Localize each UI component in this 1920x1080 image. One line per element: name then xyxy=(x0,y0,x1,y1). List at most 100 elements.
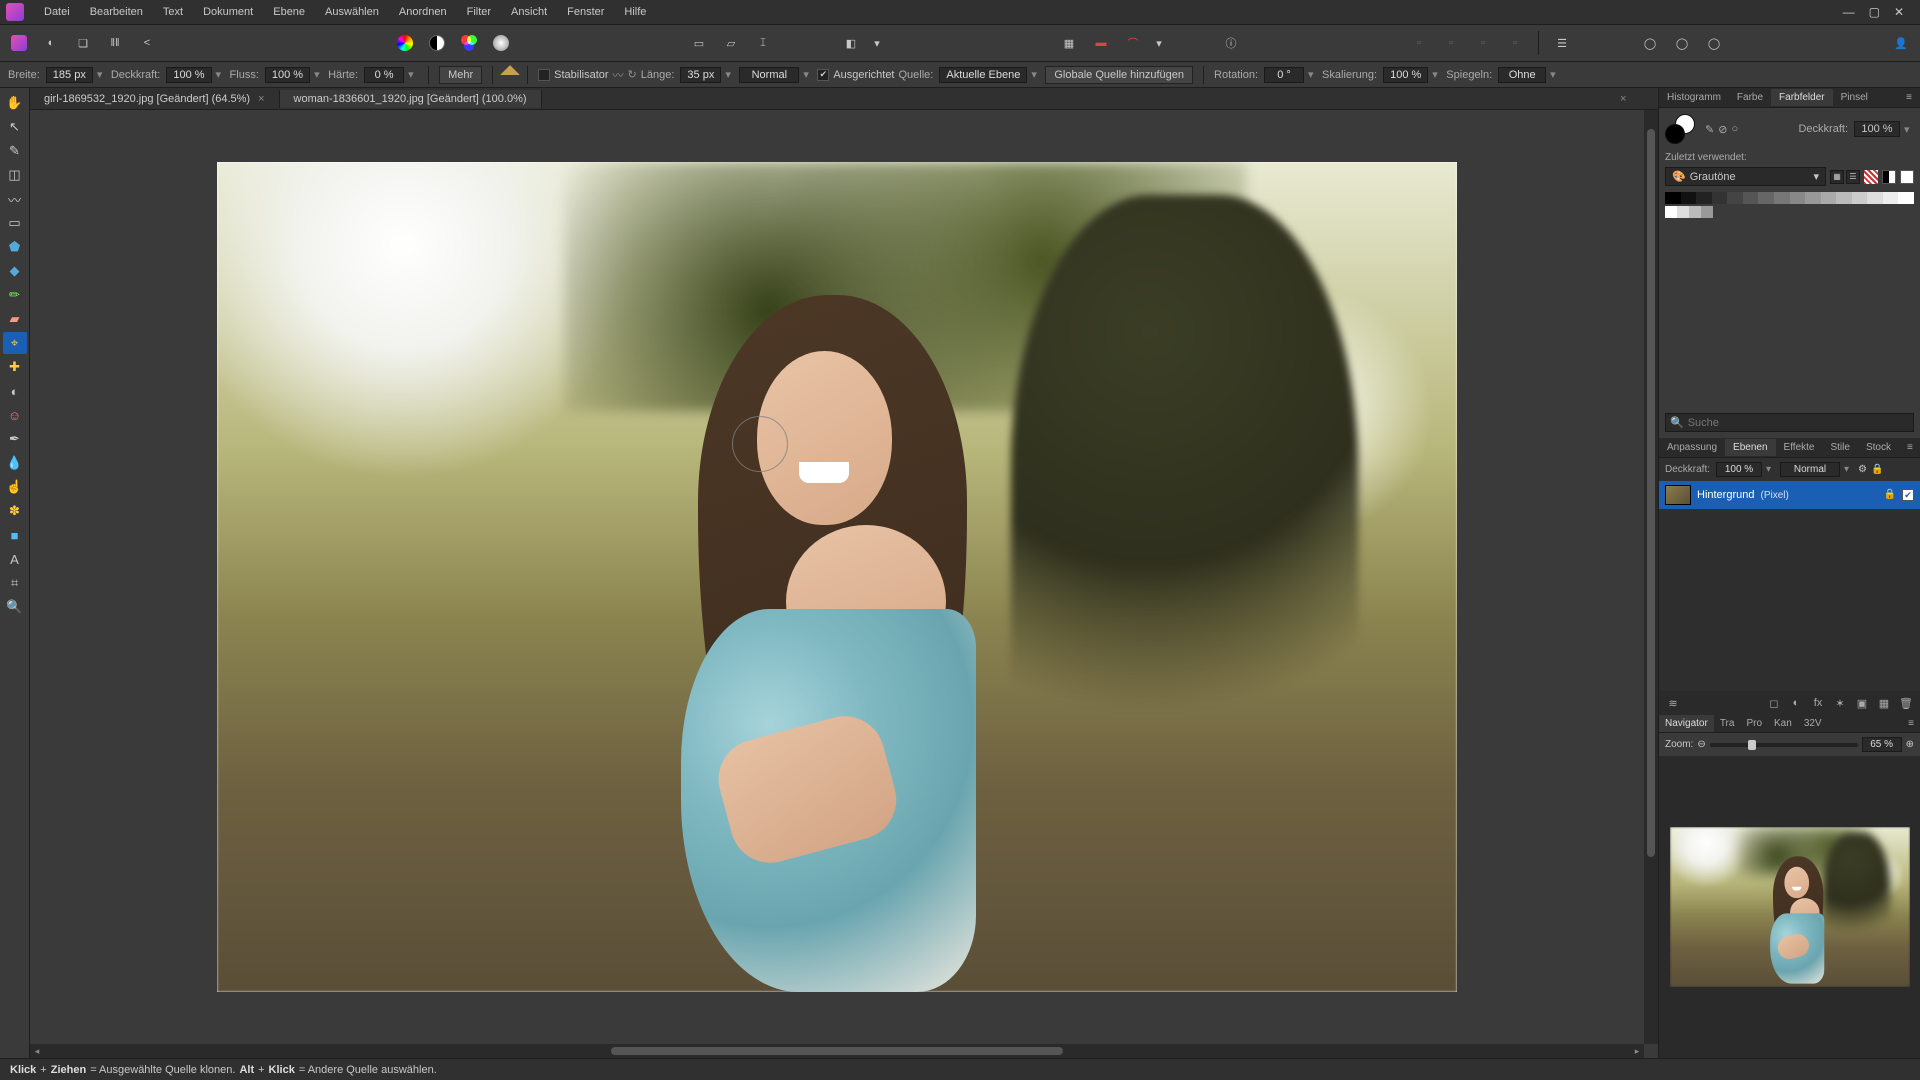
tone-persona-icon[interactable]: ǁǁ xyxy=(102,30,128,56)
mesh-tool-icon[interactable]: ⌗ xyxy=(3,572,27,594)
tab1-close-icon[interactable]: × xyxy=(258,93,264,105)
curve1-icon[interactable]: 〰 xyxy=(613,67,624,83)
menu-arrange[interactable]: Anordnen xyxy=(389,2,457,22)
tab-swatches[interactable]: Farbfelder xyxy=(1771,89,1833,106)
width-dd-icon[interactable]: ▾ xyxy=(97,68,107,81)
mirror-dd-icon[interactable]: ▾ xyxy=(1550,68,1560,81)
layer-gear-icon[interactable]: ⚙ xyxy=(1858,464,1867,475)
hardness-field[interactable]: 0 % xyxy=(364,67,404,83)
swatch-bw-icon[interactable] xyxy=(1882,170,1896,184)
tab-brush[interactable]: Pinsel xyxy=(1833,89,1876,106)
liquify-persona-icon[interactable]: ◐ xyxy=(38,30,64,56)
swatch-view1-icon[interactable]: ▦ xyxy=(1830,170,1844,184)
erase-tool-icon[interactable]: ▰ xyxy=(3,308,27,330)
flood-tool-icon[interactable]: ⬟ xyxy=(3,236,27,258)
arrange1-icon[interactable]: ▫ xyxy=(1406,30,1432,56)
circle3-icon[interactable]: ◯ xyxy=(1701,30,1727,56)
gradient-tool-icon[interactable]: ◆ xyxy=(3,260,27,282)
snap-icon[interactable]: ▬ xyxy=(1088,30,1114,56)
swatch-white-icon[interactable] xyxy=(1900,170,1914,184)
tab-styles[interactable]: Stile xyxy=(1822,439,1857,456)
magnet-icon[interactable]: ⌒ xyxy=(1120,30,1146,56)
pressure-icon[interactable] xyxy=(503,68,517,82)
zoom-in-icon[interactable]: ⊕ xyxy=(1906,739,1914,750)
add-layer-icon[interactable]: ▦ xyxy=(1876,695,1892,711)
blend-mode-field[interactable]: Normal xyxy=(739,67,799,83)
panel-menu-icon[interactable]: ≡ xyxy=(1898,89,1920,106)
tab-adjustment[interactable]: Anpassung xyxy=(1659,439,1725,456)
tab-color[interactable]: Farbe xyxy=(1729,89,1771,106)
zoom-out-icon[interactable]: ⊖ xyxy=(1697,739,1705,750)
tab2-close-icon[interactable]: × xyxy=(1620,93,1626,105)
vertical-scrollbar[interactable] xyxy=(1644,110,1658,1044)
width-field[interactable]: 185 px xyxy=(46,67,93,83)
retouch-tool-icon[interactable]: ☺ xyxy=(3,404,27,426)
menu-view[interactable]: Ansicht xyxy=(501,2,557,22)
photo-persona-icon[interactable] xyxy=(6,30,32,56)
swatch-opacity-dd-icon[interactable]: ▾ xyxy=(1904,123,1914,136)
mirror-field[interactable]: Ohne xyxy=(1498,67,1546,83)
document-tab-1[interactable]: girl-1869532_1920.jpg [Geändert] (64.5%)… xyxy=(30,90,280,108)
menu-layer[interactable]: Ebene xyxy=(263,2,315,22)
stabiliser-check[interactable] xyxy=(538,69,550,81)
tab-32v[interactable]: 32V xyxy=(1798,715,1828,732)
pen-tool-icon[interactable]: ✒ xyxy=(3,428,27,450)
paint-brush-tool-icon[interactable]: ✏ xyxy=(3,284,27,306)
zoom-tool-icon[interactable]: 🔍 xyxy=(3,596,27,618)
lasso-icon[interactable]: ▱ xyxy=(718,30,744,56)
marquee-icon[interactable]: ▭ xyxy=(686,30,712,56)
swatch-preset-dropdown[interactable]: 🎨 Grautöne ▾ xyxy=(1665,167,1826,186)
layer-blend-field[interactable]: Normal xyxy=(1780,462,1840,477)
tab-histogram[interactable]: Histogramm xyxy=(1659,89,1729,106)
global-source-button[interactable]: Globale Quelle hinzufügen xyxy=(1045,66,1193,84)
text-select-icon[interactable]: 𝙸 xyxy=(750,30,776,56)
layer-opacity-dd-icon[interactable]: ▾ xyxy=(1766,464,1776,475)
canvas[interactable] xyxy=(217,162,1457,992)
smudge-tool-icon[interactable]: ☝ xyxy=(3,476,27,498)
color-picker-tool-icon[interactable]: ✎ xyxy=(3,140,27,162)
swap-color-icon[interactable]: ○ xyxy=(1731,123,1738,136)
tab-kan[interactable]: Kan xyxy=(1768,715,1798,732)
menu-edit[interactable]: Bearbeiten xyxy=(80,2,153,22)
quickmask-dd-icon[interactable]: ▾ xyxy=(870,30,884,56)
move-tool-icon[interactable]: ↖ xyxy=(3,116,27,138)
circle1-icon[interactable]: ◯ xyxy=(1637,30,1663,56)
flow-dd-icon[interactable]: ▾ xyxy=(314,68,324,81)
account-icon[interactable]: 👤 xyxy=(1888,30,1914,56)
delete-layer-icon[interactable]: 🗑 xyxy=(1898,695,1914,711)
arrange2-icon[interactable]: ▫ xyxy=(1438,30,1464,56)
develop-persona-icon[interactable]: ❏ xyxy=(70,30,96,56)
align-icon[interactable]: ☰ xyxy=(1549,30,1575,56)
selection-brush-tool-icon[interactable]: 〰 xyxy=(3,188,27,210)
tab-navigator[interactable]: Navigator xyxy=(1659,715,1714,732)
info-icon[interactable]: ⓘ xyxy=(1218,30,1244,56)
fx-icon[interactable]: fx xyxy=(1810,695,1826,711)
curve2-icon[interactable]: ↻ xyxy=(628,68,637,81)
blur-tool-icon[interactable]: 💧 xyxy=(3,452,27,474)
navigator-preview[interactable] xyxy=(1659,756,1920,1058)
layer-lock-icon[interactable]: 🔒 xyxy=(1871,464,1883,475)
opacity-dd-icon[interactable]: ▾ xyxy=(216,68,226,81)
swatch-search-input[interactable] xyxy=(1688,417,1909,429)
rgb-icon[interactable] xyxy=(456,30,482,56)
zoom-value-field[interactable]: 65 % xyxy=(1862,737,1902,752)
horizontal-scrollbar[interactable]: ◂ ▸ xyxy=(30,1044,1644,1058)
menu-file[interactable]: Datei xyxy=(34,2,80,22)
tab-effects[interactable]: Effekte xyxy=(1776,439,1823,456)
arrange4-icon[interactable]: ▫ xyxy=(1502,30,1528,56)
tab-layers[interactable]: Ebenen xyxy=(1725,439,1775,456)
quickmask-icon[interactable]: ◧ xyxy=(838,30,864,56)
source-field[interactable]: Aktuelle Ebene xyxy=(939,67,1027,83)
more-button[interactable]: Mehr xyxy=(439,66,482,84)
swatch-search[interactable]: 🔍 xyxy=(1665,413,1914,432)
color-selector[interactable] xyxy=(1665,114,1695,144)
length-dd-icon[interactable]: ▾ xyxy=(725,68,735,81)
rotation-dd-icon[interactable]: ▾ xyxy=(1308,68,1318,81)
layer-blend-dd-icon[interactable]: ▾ xyxy=(1844,464,1854,475)
swatch-none-icon[interactable] xyxy=(1864,170,1878,184)
maximize-icon[interactable]: ▢ xyxy=(1869,5,1880,19)
close-icon[interactable]: ✕ xyxy=(1894,5,1904,19)
scroll-left-icon[interactable]: ◂ xyxy=(30,1044,44,1058)
hardness-dd-icon[interactable]: ▾ xyxy=(408,68,418,81)
layer-opacity-field[interactable]: 100 % xyxy=(1716,462,1762,477)
